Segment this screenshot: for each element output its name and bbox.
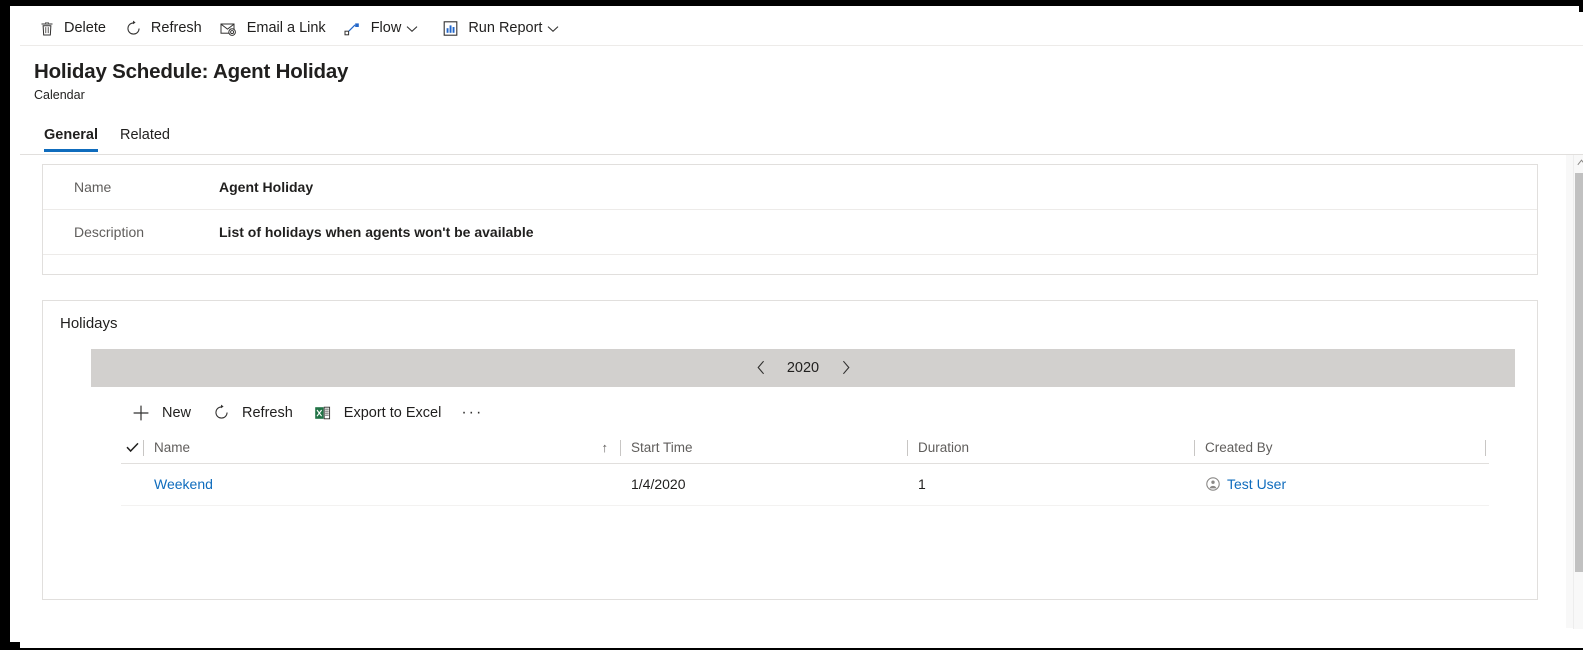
form-body: Name Agent Holiday Description List of h… [20,153,1583,629]
column-header-created-by-label: Created By [1205,440,1273,456]
field-value-description[interactable]: List of holidays when agents won't be av… [219,224,534,240]
refresh-button[interactable]: Refresh [115,13,211,45]
email-a-link-label: Email a Link [246,20,326,37]
grid-refresh-label: Refresh [242,404,293,421]
scrollbar-thumb[interactable] [1575,172,1583,572]
holidays-subgrid-card: Holidays 2020 New Refresh Export to Exce… [42,299,1538,600]
column-header-name-label: Name [154,440,191,456]
page-subtitle: Calendar [34,87,85,102]
form-body-inner: Name Agent Holiday Description List of h… [20,154,1566,628]
column-header-start-time[interactable]: Start Time [621,433,907,463]
new-button[interactable]: New [121,397,201,429]
tab-strip: General Related [20,118,1583,152]
general-section-card: Name Agent Holiday Description List of h… [42,163,1538,275]
plus-icon [131,403,151,423]
new-label: New [162,404,192,421]
field-row-description: Description List of holidays when agents… [43,210,1537,255]
chevron-right-icon[interactable] [832,355,858,381]
flow-chevron-down-icon[interactable] [401,13,423,45]
page-title: Holiday Schedule: Agent Holiday [34,60,349,83]
export-to-excel-button[interactable]: Export to Excel [303,397,452,429]
record-header: Holiday Schedule: Agent Holiday Calendar [20,46,1583,102]
report-icon [441,19,460,38]
grid-header-row: Name ↑ Start Time Duration Created By [121,433,1489,464]
flow-icon [344,19,363,38]
run-report-label: Run Report [468,20,543,37]
holidays-grid: Name ↑ Start Time Duration Created By We… [121,433,1489,506]
run-report-button[interactable]: Run Report [432,13,573,45]
cell-name: Weekend [144,464,620,505]
export-to-excel-label: Export to Excel [343,404,442,421]
run-report-chevron-down-icon[interactable] [542,13,564,45]
table-row[interactable]: Weekend 1/4/2020 1 Test User [121,464,1489,506]
field-row-name: Name Agent Holiday [43,165,1537,210]
refresh-icon [124,19,143,38]
flow-label: Flow [370,20,402,37]
year-label: 2020 [786,359,820,376]
sort-ascending-icon: ↑ [601,440,609,456]
tab-related[interactable]: Related [109,127,181,152]
field-value-name[interactable]: Agent Holiday [219,179,313,195]
delete-button[interactable]: Delete [28,13,115,45]
column-header-start-time-label: Start Time [631,440,693,456]
chevron-left-icon[interactable] [748,355,774,381]
excel-icon [313,403,333,423]
grid-refresh-button[interactable]: Refresh [201,397,303,429]
flow-button[interactable]: Flow [335,13,433,45]
column-header-created-by[interactable]: Created By [1195,433,1485,463]
refresh-icon [211,403,231,423]
overflow-menu-button[interactable]: ··· [451,397,493,429]
holidays-section-title: Holidays [60,314,118,332]
delete-label: Delete [64,20,106,37]
select-all-checkmark-icon[interactable] [121,442,143,453]
tab-general-label: General [44,126,98,143]
row-name-link[interactable]: Weekend [154,476,213,492]
refresh-label: Refresh [150,20,202,37]
cell-duration: 1 [918,476,926,493]
field-label-name: Name [74,178,112,195]
field-label-description: Description [74,223,145,240]
header-divider [1485,439,1486,456]
window-frame: Delete Refresh Email a Link Flow Run Rep… [0,0,1583,650]
trash-icon [37,19,56,38]
scroll-up-arrow-icon[interactable] [1574,155,1583,171]
tab-related-label: Related [120,126,170,143]
column-header-duration-label: Duration [918,440,970,456]
tab-general[interactable]: General [33,127,109,152]
year-navigator: 2020 [91,348,1515,387]
vertical-scrollbar[interactable] [1573,154,1583,629]
user-avatar-icon [1205,477,1220,492]
row-created-by-link[interactable]: Test User [1227,476,1286,492]
app-root: Delete Refresh Email a Link Flow Run Rep… [20,12,1583,648]
column-header-name[interactable]: Name ↑ [144,433,620,463]
general-card-spacer [43,255,1537,274]
command-bar: Delete Refresh Email a Link Flow Run Rep… [20,12,1583,46]
column-header-duration[interactable]: Duration [908,433,1194,463]
subgrid-command-bar: New Refresh Export to Excel ··· [121,393,1537,433]
ellipsis-icon: ··· [461,403,484,421]
cell-created-by: Test User [1195,464,1485,505]
year-navigator-controls: 2020 [748,355,858,381]
email-a-link-button[interactable]: Email a Link [211,13,335,45]
email-link-icon [220,19,239,38]
cell-start-time: 1/4/2020 [631,476,686,493]
